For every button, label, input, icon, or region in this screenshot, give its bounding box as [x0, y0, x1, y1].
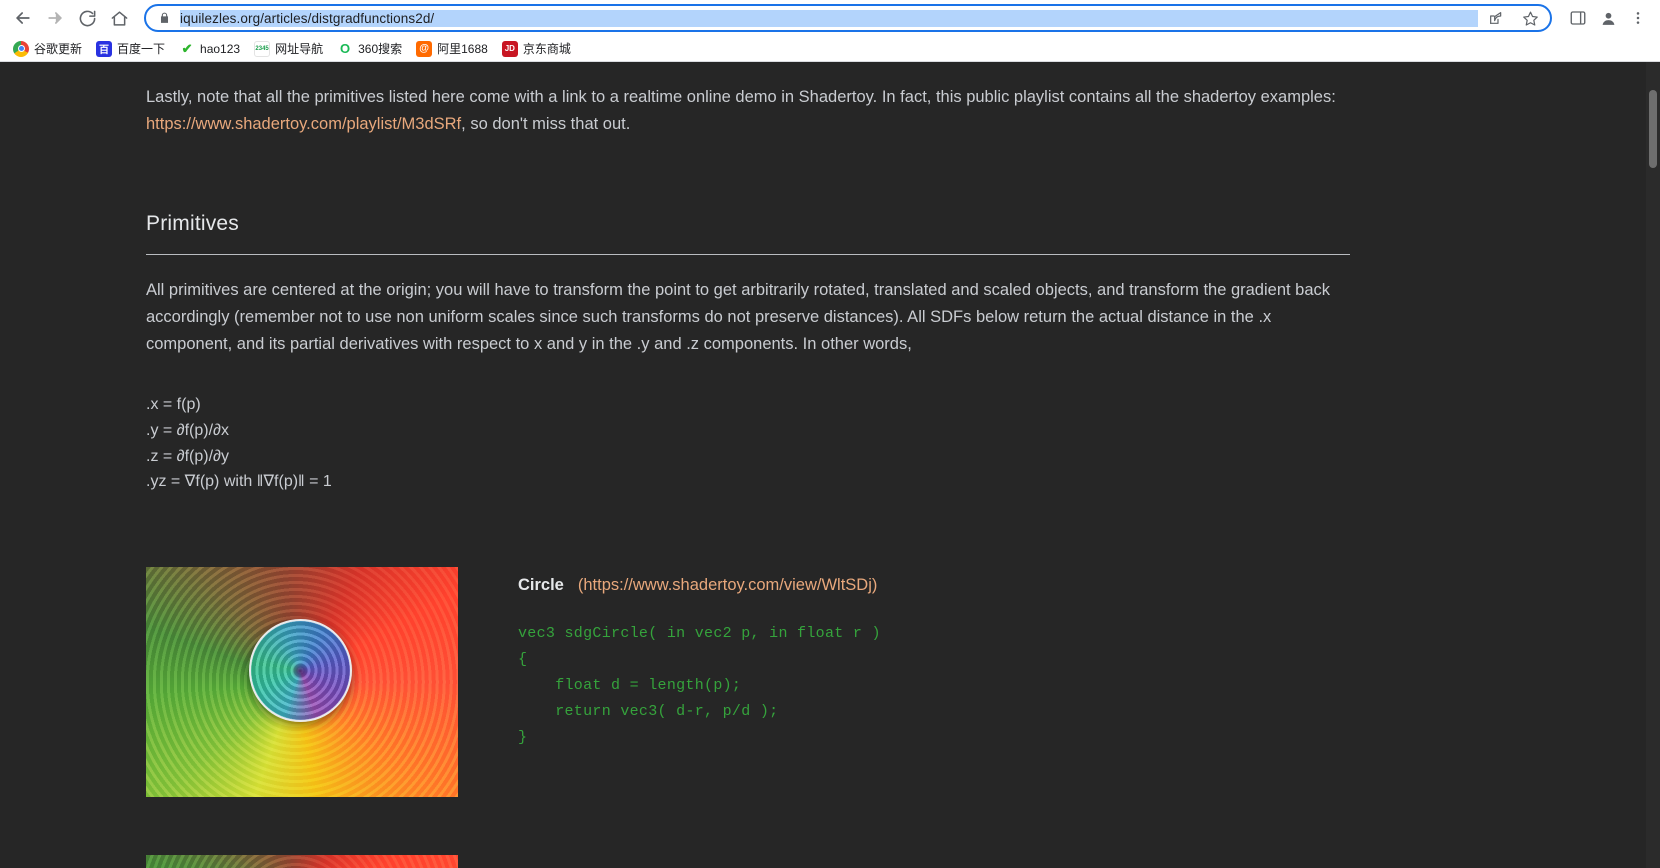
circle-sdf-gradient-visualization[interactable]: [146, 567, 458, 798]
browser-chrome: iquilezles.org/articles/distgradfunction…: [0, 0, 1660, 62]
jd-icon: JD: [501, 40, 518, 57]
three-dot-menu-icon[interactable]: [1624, 3, 1652, 33]
omnibox-actions: [1486, 8, 1540, 28]
reload-button[interactable]: [72, 3, 102, 33]
title-divider: [146, 254, 1350, 255]
star-icon[interactable]: [1520, 8, 1540, 28]
primitive-code-block: vec3 sdgCircle( in vec2 p, in float r ) …: [518, 625, 881, 747]
hao123-icon: ✔: [179, 40, 196, 57]
math-line: .x = f(p): [146, 396, 201, 413]
star-glyph: [1522, 11, 1538, 26]
three-dot-glyph: [1636, 12, 1640, 24]
home-icon: [111, 10, 127, 26]
bookmark-label: hao123: [200, 41, 241, 56]
baidu-icon: 百: [96, 40, 113, 57]
pie-sdf-gradient-visualization[interactable]: [146, 855, 458, 868]
primitive-block-circle: Circle (https://www.shadertoy.com/view/Wl…: [146, 567, 1350, 798]
side-panel-glyph: [1570, 11, 1586, 25]
bookmark-2345-navigation[interactable]: 2345 网址导航: [247, 38, 330, 59]
share-icon[interactable]: [1486, 8, 1506, 28]
page-scrollbar[interactable]: [1646, 62, 1660, 868]
share-glyph: [1490, 12, 1502, 24]
scrollbar-thumb[interactable]: [1649, 90, 1657, 168]
reload-icon: [79, 10, 95, 26]
lock-icon: [158, 11, 171, 25]
math-line: .z = ∂f(p)/∂y: [146, 447, 229, 465]
bookmark-alibaba-1688[interactable]: @ 阿里1688: [409, 38, 495, 59]
home-button[interactable]: [104, 3, 134, 33]
page-title: Primitives: [146, 212, 240, 235]
bookmark-label: 阿里1688: [437, 42, 488, 56]
page-viewport: Lastly, note that all the primitives lis…: [0, 62, 1660, 868]
primitive-heading: Circle (https://www.shadertoy.com/view/Wl…: [518, 576, 1350, 595]
math-notation-block: .x = f(p) .y = ∂f(p)/∂x .z = ∂f(p)/∂y .y…: [146, 392, 1350, 495]
section-body-paragraph: All primitives are centered at the origi…: [146, 281, 1331, 353]
bookmark-label: 360搜索: [358, 42, 403, 56]
primitive-details: Circle (https://www.shadertoy.com/view/Wl…: [458, 567, 1350, 751]
sdf-circle-center: [292, 662, 309, 679]
primitive-thumb-wrap: [146, 855, 458, 868]
chrome-icon: [13, 40, 29, 57]
article-content: Lastly, note that all the primitives lis…: [0, 62, 1500, 868]
primitive-block-pie: Pie(https://www.shadertoy.com/view/3tGXR…: [146, 855, 1350, 868]
back-arrow-icon: [16, 12, 30, 24]
side-panel-icon[interactable]: [1564, 3, 1592, 33]
browser-toolbar: iquilezles.org/articles/distgradfunction…: [0, 0, 1660, 36]
intro-text-before: Lastly, note that all the primitives lis…: [146, 88, 1336, 106]
address-bar[interactable]: iquilezles.org/articles/distgradfunction…: [144, 4, 1552, 32]
bookmark-baidu[interactable]: 百 百度一下: [89, 38, 172, 59]
bookmark-jd[interactable]: JD 京东商城: [495, 38, 578, 59]
forward-arrow-icon: [48, 12, 62, 24]
bookmarks-bar: 谷歌更新 百 百度一下 ✔ hao123 2345 网址导航 O 360搜索 @…: [0, 36, 1660, 61]
profile-glyph: [1602, 12, 1614, 25]
primitive-name: Circle: [518, 576, 564, 595]
forward-button[interactable]: [40, 3, 70, 33]
math-line: .y = ∂f(p)/∂x: [146, 421, 229, 439]
bookmark-hao123[interactable]: ✔ hao123: [172, 39, 247, 59]
lock-glyph: [160, 12, 169, 23]
alibaba-1688-icon: @: [416, 40, 433, 57]
2345-navigation-icon: 2345: [254, 40, 271, 57]
sdf-isoline-rings: [146, 855, 458, 868]
bookmark-label: 谷歌更新: [34, 42, 83, 56]
primitive-shadertoy-link[interactable]: (https://www.shadertoy.com/view/WltSDj): [578, 576, 878, 594]
intro-text-after: , so don't miss that out.: [461, 115, 631, 133]
profile-avatar-icon[interactable]: [1594, 3, 1622, 33]
url-text[interactable]: iquilezles.org/articles/distgradfunction…: [180, 9, 1478, 27]
bookmark-chrome-update[interactable]: 谷歌更新: [6, 38, 89, 59]
360-search-icon: O: [337, 40, 354, 57]
toolbar-right: [1560, 3, 1652, 33]
sdf-circle-shape: [248, 618, 352, 723]
intro-paragraph: Lastly, note that all the primitives lis…: [146, 84, 1350, 138]
bookmark-label: 京东商城: [522, 42, 571, 56]
math-line: .yz = ∇f(p) with ‖∇f(p)‖ = 1: [146, 473, 332, 491]
shadertoy-playlist-link[interactable]: https://www.shadertoy.com/playlist/M3dSR…: [146, 115, 461, 133]
bookmark-label: 百度一下: [117, 42, 166, 56]
primitive-thumb-wrap: [146, 567, 458, 798]
bookmark-label: 网址导航: [275, 42, 324, 56]
primitive-details: Pie(https://www.shadertoy.com/view/3tGXR…: [458, 855, 1350, 868]
back-button[interactable]: [8, 3, 38, 33]
bookmark-360-search[interactable]: O 360搜索: [330, 38, 409, 59]
